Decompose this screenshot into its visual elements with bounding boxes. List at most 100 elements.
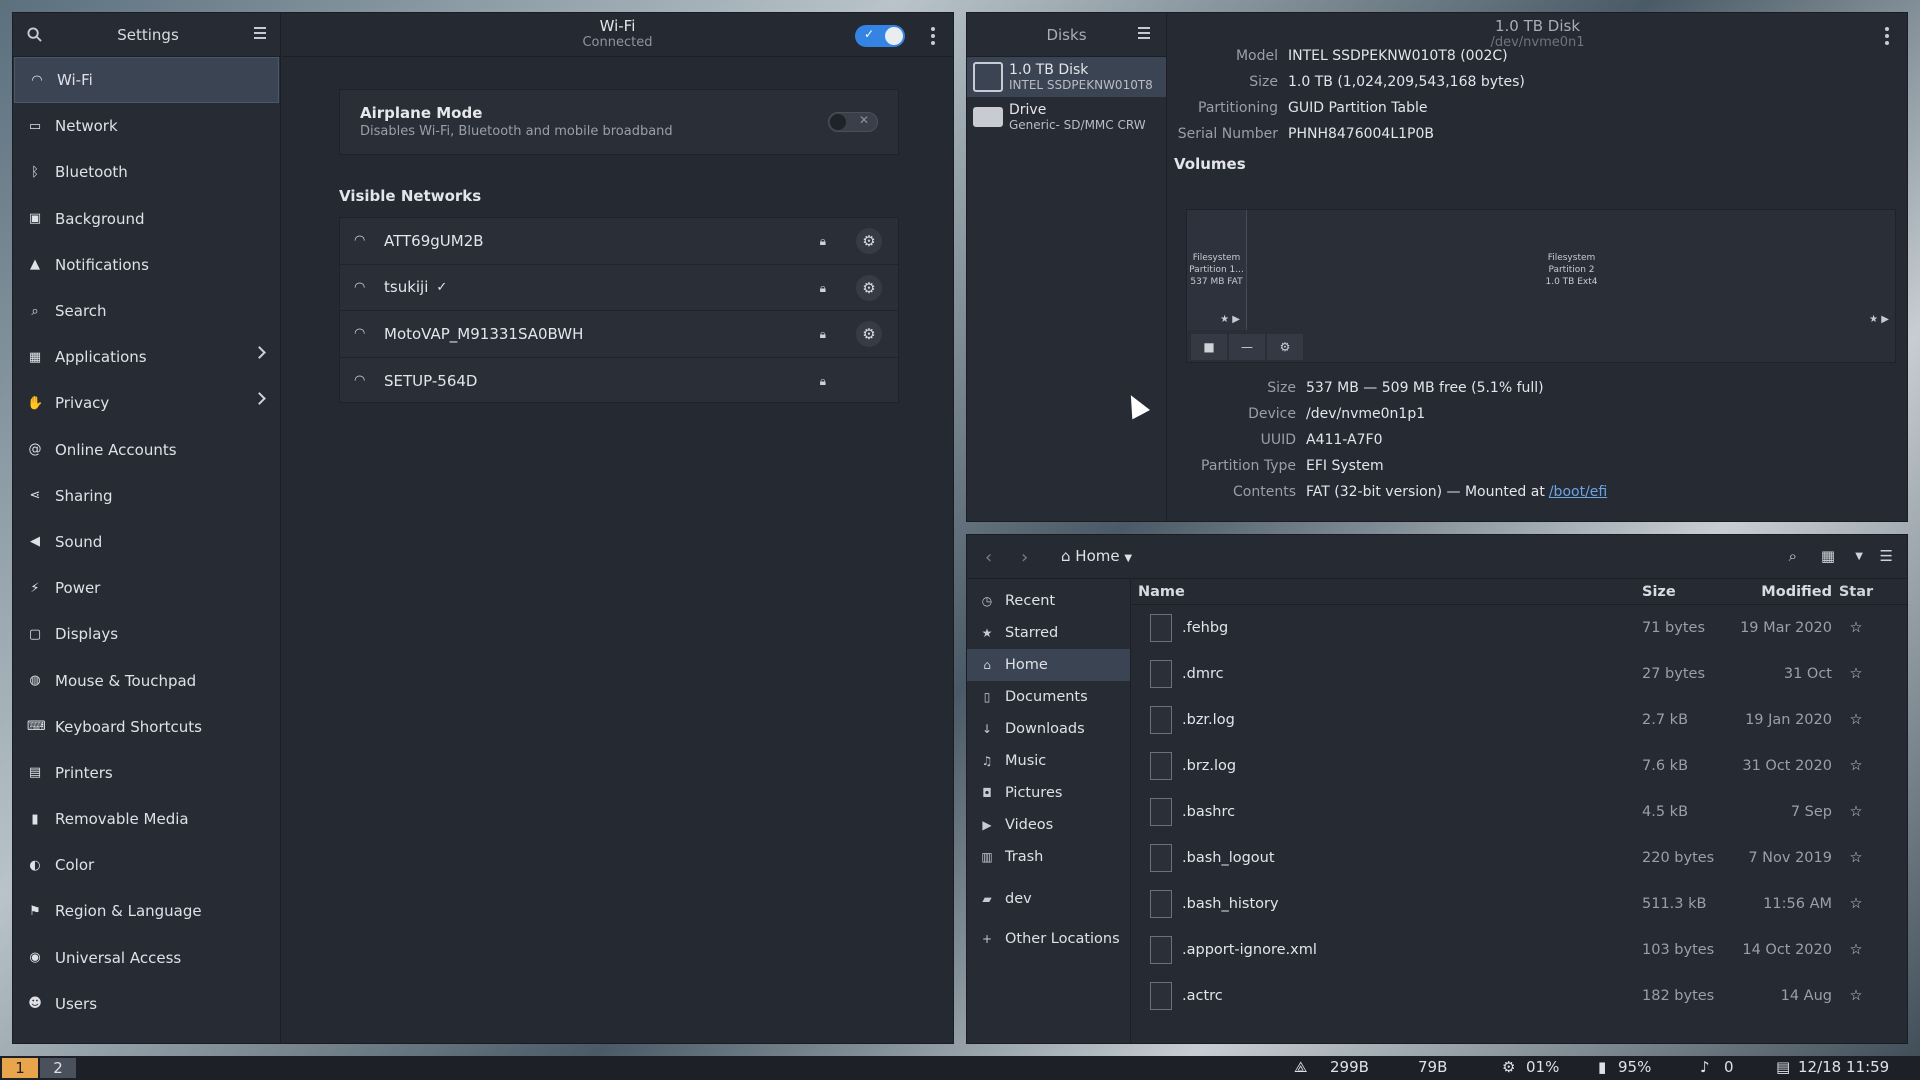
sidebar-item-power[interactable]: ⚡ Power [13,565,280,611]
network-row[interactable]: ◠ SETUP-564D 🔒︎ [340,358,898,405]
place-pictures[interactable]: ◘ Pictures [967,777,1130,809]
sidebar-item-displays[interactable]: ▢ Displays [13,611,280,657]
star-icon[interactable]: ☆ [1832,988,1880,1004]
network-row[interactable]: ◠ ATT69gUM2B 🔒︎ ⚙ [340,218,898,265]
sidebar-item-mouse-touchpad[interactable]: ◍ Mouse & Touchpad [13,657,280,703]
sidebar-item-printers[interactable]: ▤ Printers [13,750,280,796]
file-row[interactable]: .bash_history 511.3 kB 11:56 AM ☆ [1132,881,1907,927]
sidebar-item-users[interactable]: ☻ Users [13,981,280,1027]
star-icon[interactable]: ☆ [1832,850,1880,866]
column-name[interactable]: Name [1132,584,1642,600]
star-icon[interactable]: ☆ [1832,620,1880,636]
network-row[interactable]: ◠ MotoVAP_M91331SA0BWH 🔒︎ ⚙ [340,311,898,358]
sidebar-item-wi-fi[interactable]: ◠ Wi-Fi [14,57,279,104]
star-icon[interactable]: ☆ [1832,758,1880,774]
wifi-toggle[interactable]: ✓ [855,25,905,47]
search-icon[interactable]: ⌕ [1789,547,1797,565]
menu-icon[interactable] [1138,27,1150,42]
gear-icon[interactable]: ⚙ [856,228,882,254]
star-icon[interactable]: ☆ [1832,896,1880,912]
star-icon[interactable]: ☆ [1832,942,1880,958]
partition-label: Filesystem [1547,253,1596,263]
partition-1[interactable]: Filesystem Partition 1... 537 MB FAT ★ ▶ [1187,210,1247,330]
workspace-1[interactable]: 1 [2,1058,38,1078]
sidebar-item-universal-access[interactable]: ◉ Universal Access [13,935,280,981]
file-size: 182 bytes [1642,988,1715,1004]
sidebar-item-applications[interactable]: ▦ Applications [13,334,280,380]
sidebar-item-network[interactable]: ▭ Network [13,103,280,149]
check-icon: ✓ [436,279,448,295]
place-documents[interactable]: ▯ Documents [967,681,1130,713]
file-name: .dmrc [1182,666,1224,682]
star-icon[interactable]: ☆ [1832,712,1880,728]
sidebar-item-keyboard-shortcuts[interactable]: ⌨ Keyboard Shortcuts [13,704,280,750]
place-downloads[interactable]: ↓ Downloads [967,713,1130,745]
star-icon[interactable]: ☆ [1832,666,1880,682]
grid-view-icon[interactable]: ▦ [1821,547,1835,565]
file-modified: 11:56 AM [1763,896,1832,912]
sidebar-item-removable-media[interactable]: ▮ Removable Media [13,796,280,842]
place-music[interactable]: ♫ Music [967,745,1130,777]
minus-icon[interactable]: — [1229,334,1265,360]
file-size: 71 bytes [1642,620,1706,636]
file-size: 27 bytes [1642,666,1706,682]
place-other-locations[interactable]: + Other Locations [967,923,1130,955]
lock-icon: 🔒︎ [819,327,826,341]
file-row[interactable]: .bash_logout 220 bytes 7 Nov 2019 ☆ [1132,835,1907,881]
place-recent[interactable]: ◷ Recent [967,585,1130,617]
gear-icon[interactable]: ⚙ [856,274,882,301]
airplane-mode-toggle[interactable]: ✕ [828,112,878,132]
sidebar-item-online-accounts[interactable]: @ Online Accounts [13,427,280,473]
stop-icon[interactable]: ■ [1191,334,1227,360]
place-label: Recent [1005,593,1056,609]
sidebar-item-notifications[interactable]: ▲ Notifications [13,242,280,288]
file-row[interactable]: .dmrc 27 bytes 31 Oct ☆ [1132,651,1907,697]
place-trash[interactable]: ▥ Trash [967,841,1130,873]
file-row[interactable]: .brz.log 7.6 kB 31 Oct 2020 ☆ [1132,743,1907,789]
sidebar-item-search[interactable]: ⌕ Search [13,288,280,334]
sidebar-item-privacy[interactable]: ✋ Privacy [13,380,280,426]
place-starred[interactable]: ★ Starred [967,617,1130,649]
sidebar-item-color[interactable]: ◐ Color [13,842,280,888]
network-row[interactable]: ◠ tsukiji ✓ 🔒︎ ⚙ [340,265,898,311]
file-row[interactable]: .bashrc 4.5 kB 7 Sep ☆ [1132,789,1907,835]
device-item-sd[interactable]: Drive Generic- SD/MMC CRW [967,97,1166,137]
info-key: Partitioning [1198,100,1278,116]
device-item-nvme[interactable]: 1.0 TB Disk INTEL SSDPEKNW010T8 [967,57,1166,97]
sidebar-item-background[interactable]: ▣ Background [13,196,280,242]
more-options-icon[interactable] [1885,27,1889,48]
file-row[interactable]: .fehbg 71 bytes 19 Mar 2020 ☆ [1132,605,1907,651]
settings-sidebar: Settings ◠ Wi-Fi ▭ Network ᛒ Bluetooth ▣ Backgr… [13,13,281,1043]
file-row[interactable]: .actrc 182 bytes 14 Aug ☆ [1132,973,1907,1019]
back-icon[interactable]: ‹ [985,547,992,568]
more-options-icon[interactable] [931,27,935,48]
gears-icon[interactable]: ⚙ [1267,334,1303,360]
sidebar-item-region-language[interactable]: ⚑ Region & Language [13,888,280,934]
file-name: .actrc [1182,988,1223,1004]
workspace-2[interactable]: 2 [40,1058,76,1078]
gear-icon[interactable]: ⚙ [856,321,882,347]
file-row[interactable]: .bzr.log 2.7 kB 19 Jan 2020 ☆ [1132,697,1907,743]
column-size[interactable]: Size [1642,584,1732,600]
column-modified[interactable]: Modified [1732,584,1832,600]
star-icon[interactable]: ☆ [1832,804,1880,820]
search-icon[interactable] [27,27,42,42]
menu-icon[interactable]: ☰ [1880,547,1893,565]
file-row[interactable]: .apport-ignore.xml 103 bytes 14 Oct 2020… [1132,927,1907,973]
document-icon: ▯ [983,690,991,704]
menu-icon[interactable] [254,27,266,42]
sidebar-item-bluetooth[interactable]: ᛒ Bluetooth [13,149,280,195]
place-home[interactable]: ⌂ Home [967,649,1130,681]
place-videos[interactable]: ▶ Videos [967,809,1130,841]
partition-info-row: Contents FAT (32-bit version) — Mounted a… [1176,479,1607,505]
column-star[interactable]: Star [1832,584,1880,600]
location-crumb[interactable]: ⌂ Home ▼ [1061,547,1132,565]
sidebar-item-sharing[interactable]: ⋖ Sharing [13,473,280,519]
forward-icon[interactable]: › [1021,547,1028,568]
place-dev[interactable]: ▰ dev [967,883,1130,915]
chevron-down-icon[interactable]: ▼ [1855,551,1863,562]
mount-link[interactable]: /boot/efi [1549,484,1607,500]
clock-icon: ◷ [981,594,993,608]
partition-2[interactable]: Filesystem Partition 2 1.0 TB Ext4 ★ ▶ [1248,210,1895,330]
sidebar-item-sound[interactable]: ◀ Sound [13,519,280,565]
